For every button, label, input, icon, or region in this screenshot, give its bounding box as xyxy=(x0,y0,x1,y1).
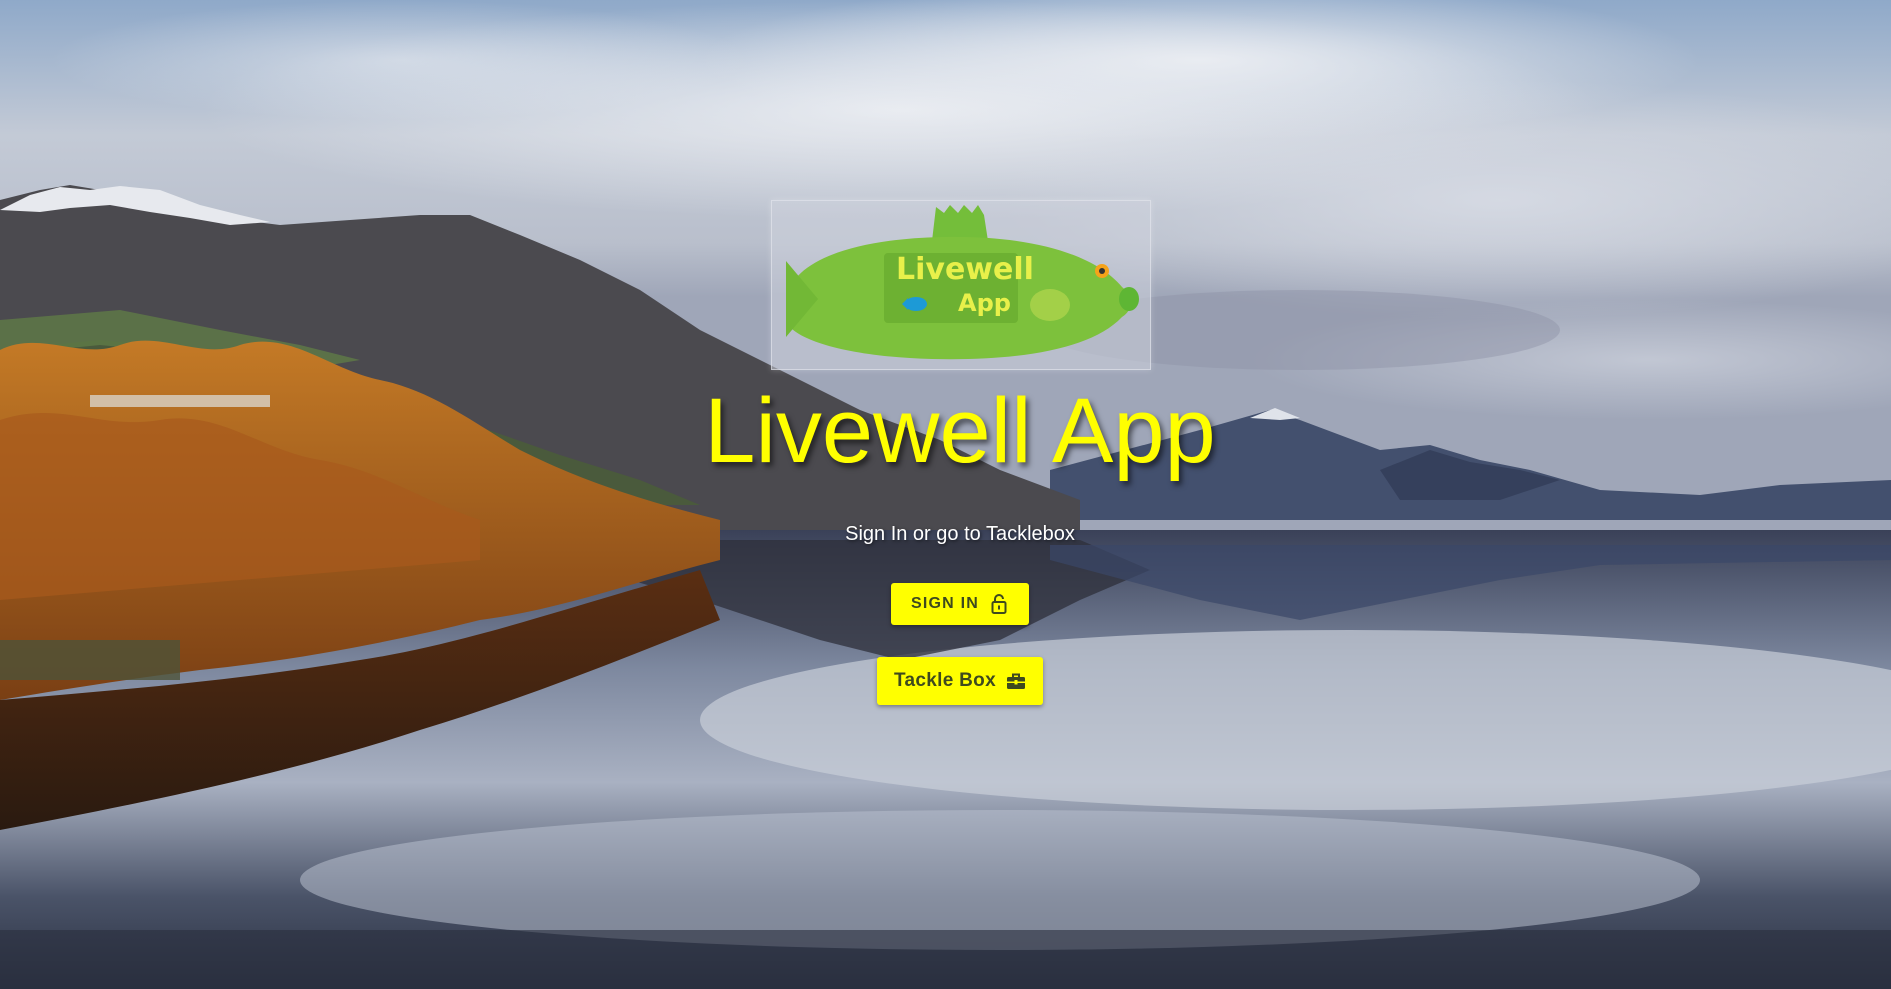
logo-text-livewell: Livewell xyxy=(896,252,1034,287)
background-landscape-image xyxy=(0,0,1891,989)
toolbox-icon xyxy=(1006,670,1026,692)
landing-page: Livewell App Livewell App Sign In or go … xyxy=(0,0,1891,989)
app-title: Livewell App xyxy=(704,380,1216,482)
tackle-box-label: Tackle Box xyxy=(894,670,996,691)
livewell-fish-logo: Livewell App xyxy=(786,205,1139,360)
sign-in-button[interactable]: SIGN IN xyxy=(891,583,1029,625)
lock-icon xyxy=(989,593,1009,615)
sign-in-label: SIGN IN xyxy=(911,595,979,612)
logo-text-app: App xyxy=(958,289,1011,317)
tackle-box-button[interactable]: Tackle Box xyxy=(877,657,1043,705)
logo-card: Livewell App xyxy=(771,200,1151,370)
subtitle: Sign In or go to Tacklebox xyxy=(845,523,1075,545)
